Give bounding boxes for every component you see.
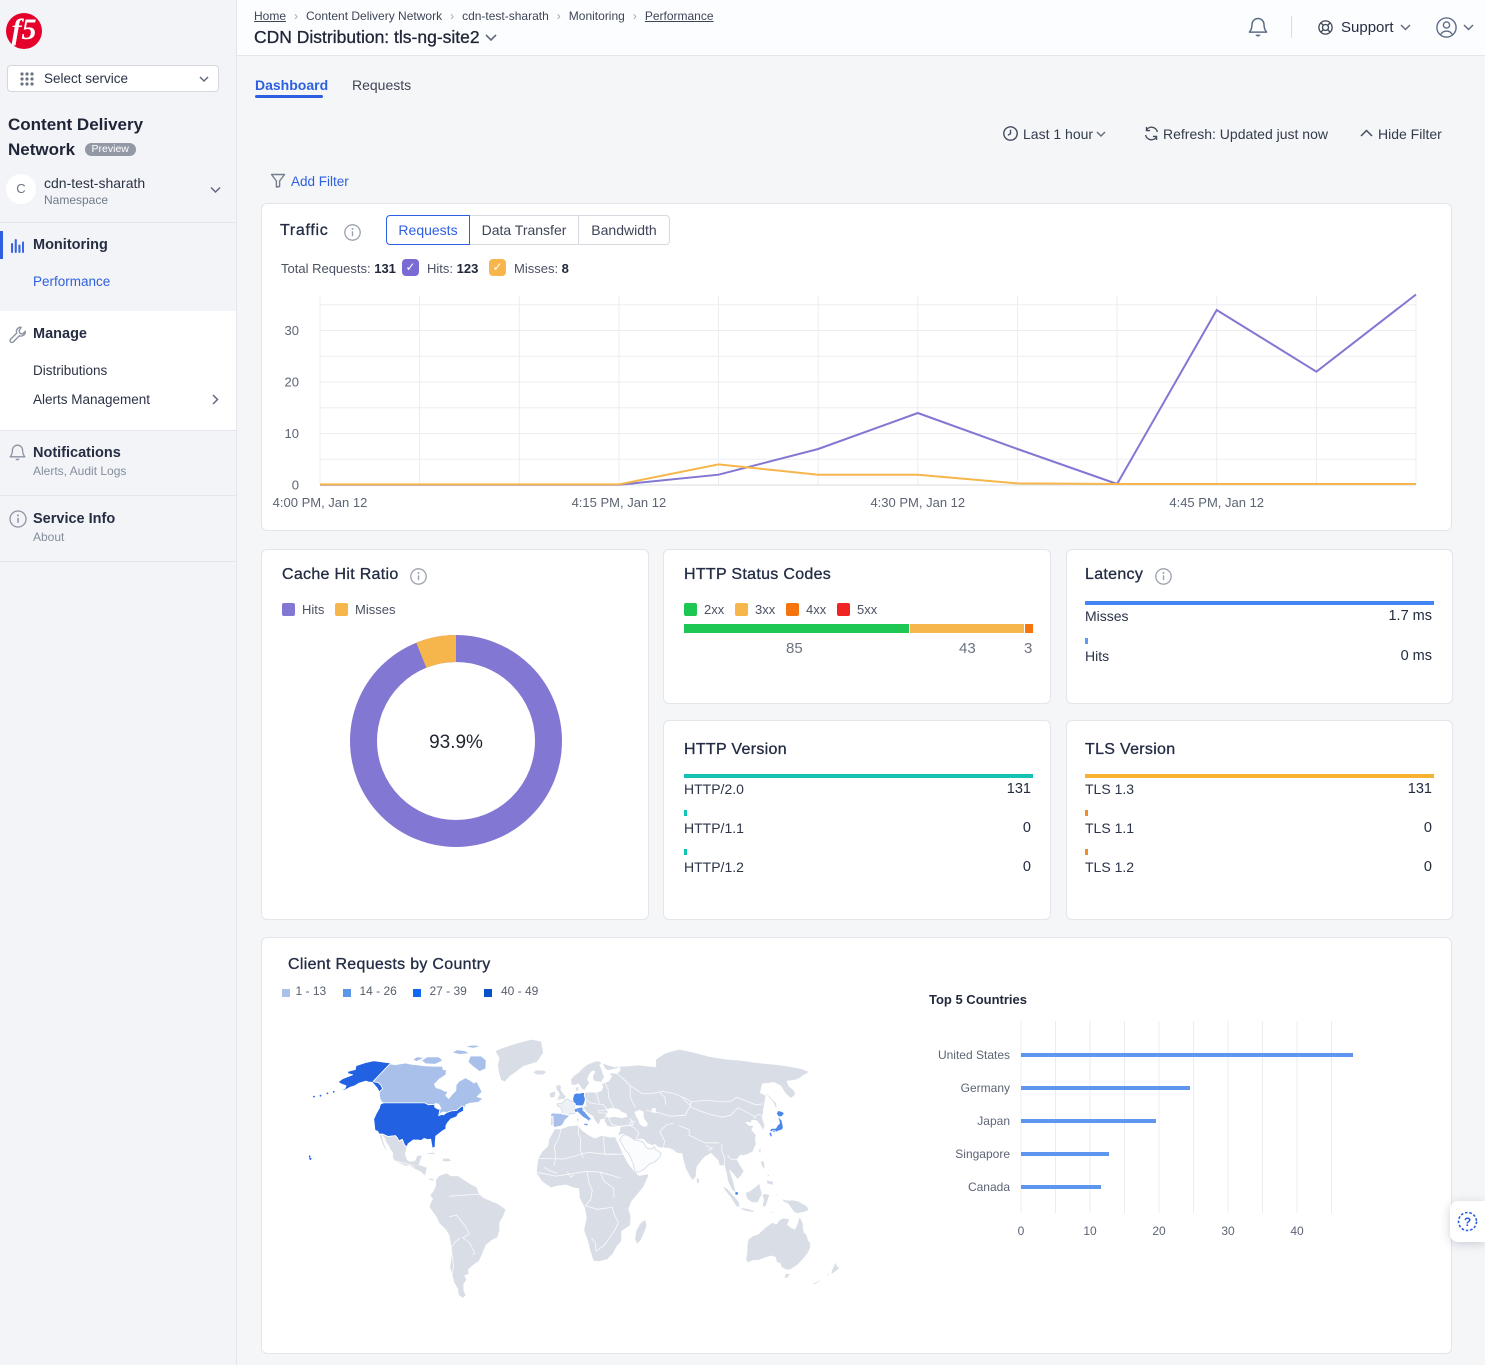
- svg-text:Singapore: Singapore: [955, 1147, 1010, 1161]
- svg-text:4:15 PM, Jan 12: 4:15 PM, Jan 12: [572, 495, 667, 510]
- svg-text:United States: United States: [938, 1048, 1010, 1062]
- svg-text:30: 30: [1221, 1224, 1235, 1238]
- svg-text:20: 20: [285, 375, 299, 390]
- svg-text:4:45 PM, Jan 12: 4:45 PM, Jan 12: [1169, 495, 1264, 510]
- svg-text:Japan: Japan: [977, 1114, 1010, 1128]
- svg-text:Canada: Canada: [968, 1180, 1010, 1194]
- svg-text:0: 0: [292, 478, 299, 493]
- svg-text:4:00 PM, Jan 12: 4:00 PM, Jan 12: [273, 495, 368, 510]
- svg-text:0: 0: [1018, 1224, 1025, 1238]
- svg-text:10: 10: [285, 426, 299, 441]
- svg-text:40: 40: [1290, 1224, 1304, 1238]
- svg-text:10: 10: [1083, 1224, 1097, 1238]
- svg-text:4:30 PM, Jan 12: 4:30 PM, Jan 12: [870, 495, 965, 510]
- svg-text:?: ?: [1464, 1215, 1471, 1229]
- svg-text:Germany: Germany: [961, 1081, 1010, 1095]
- svg-text:30: 30: [285, 323, 299, 338]
- svg-text:20: 20: [1152, 1224, 1166, 1238]
- svg-text:93.9%: 93.9%: [429, 732, 483, 753]
